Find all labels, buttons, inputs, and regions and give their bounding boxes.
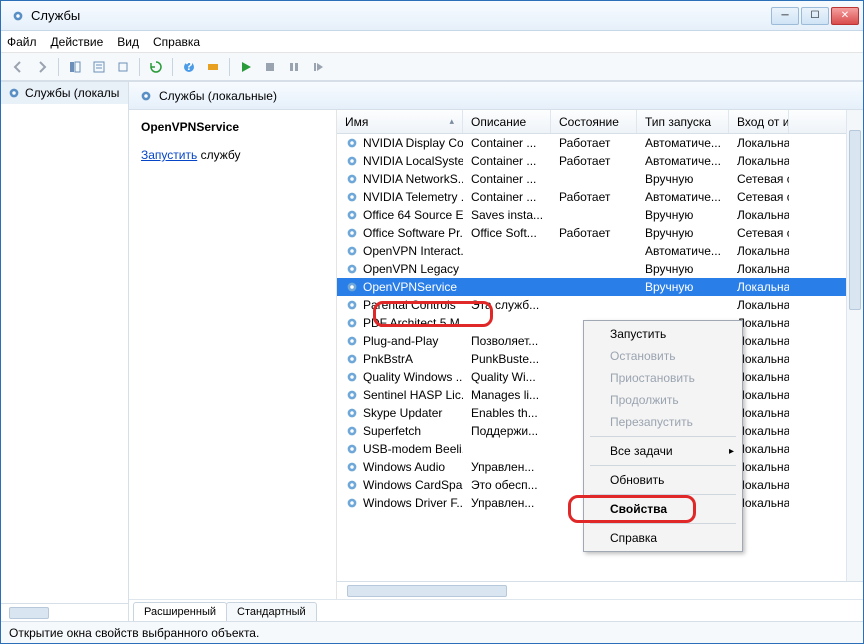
tree-pane: Службы (локалы [1, 82, 129, 621]
service-detail-pane: OpenVPNService Запустить службу [129, 110, 337, 599]
view-tabs: Расширенный Стандартный [129, 599, 863, 621]
menu-help[interactable]: Справка [153, 35, 200, 49]
start-service-link[interactable]: Запустить [141, 148, 197, 162]
close-button[interactable]: ✕ [831, 7, 859, 25]
minimize-button[interactable]: ─ [771, 7, 799, 25]
forward-button[interactable] [31, 56, 53, 78]
service-row[interactable]: OpenVPN Legacy ...ВручнуюЛокальна [337, 260, 863, 278]
statusbar: Открытие окна свойств выбранного объекта… [1, 621, 863, 643]
pause-service-button[interactable] [283, 56, 305, 78]
back-button[interactable] [7, 56, 29, 78]
service-row[interactable]: NVIDIA NetworkS...Container ...ВручнуюСе… [337, 170, 863, 188]
col-status[interactable]: Состояние [551, 110, 637, 133]
list-hscroll[interactable] [337, 581, 863, 599]
window-title: Службы [31, 8, 771, 23]
service-row[interactable]: NVIDIA Display Co...Container ...Работае… [337, 134, 863, 152]
ctx-refresh[interactable]: Обновить [586, 469, 740, 491]
service-row[interactable]: Office 64 Source E...Saves insta...Вручн… [337, 206, 863, 224]
list-vscroll[interactable] [846, 110, 863, 581]
service-row[interactable]: OpenVPNServiceВручнуюЛокальна [337, 278, 863, 296]
start-service-button[interactable] [235, 56, 257, 78]
col-startup[interactable]: Тип запуска [637, 110, 729, 133]
context-menu: Запустить Остановить Приостановить Продо… [583, 320, 743, 552]
col-name[interactable]: Имя [337, 110, 463, 133]
service-row[interactable]: OpenVPN Interact...Автоматиче...Локальна [337, 242, 863, 260]
ctx-stop: Остановить [586, 345, 740, 367]
properties-button[interactable] [88, 56, 110, 78]
menu-file[interactable]: Файл [7, 35, 37, 49]
maximize-button[interactable]: ☐ [801, 7, 829, 25]
titlebar: Службы ─ ☐ ✕ [1, 1, 863, 31]
toolbar: ? [1, 53, 863, 81]
menubar: Файл Действие Вид Справка [1, 31, 863, 53]
details-pane: Службы (локальные) OpenVPNService Запуст… [129, 82, 863, 621]
service-row[interactable]: Parental ControlsЭта служб...Локальна [337, 296, 863, 314]
services-window: Службы ─ ☐ ✕ Файл Действие Вид Справка ? [0, 0, 864, 644]
services-icon [11, 9, 25, 23]
stop-service-button[interactable] [259, 56, 281, 78]
restart-service-button[interactable] [307, 56, 329, 78]
tree-root-label: Службы (локалы [25, 86, 119, 100]
ctx-start[interactable]: Запустить [586, 323, 740, 345]
ctx-restart: Перезапустить [586, 411, 740, 433]
tab-standard[interactable]: Стандартный [226, 602, 317, 621]
ctx-pause: Приостановить [586, 367, 740, 389]
ctx-properties[interactable]: Свойства [586, 498, 740, 520]
list-header: Имя Описание Состояние Тип запуска Вход … [337, 110, 863, 134]
ctx-help[interactable]: Справка [586, 527, 740, 549]
menu-action[interactable]: Действие [51, 35, 104, 49]
start-service-suffix: службу [197, 148, 240, 162]
service-row[interactable]: Office Software Pr...Office Soft...Работ… [337, 224, 863, 242]
action-button[interactable] [202, 56, 224, 78]
ctx-resume: Продолжить [586, 389, 740, 411]
gear-icon [139, 89, 153, 103]
col-logon[interactable]: Вход от и [729, 110, 789, 133]
tab-extended[interactable]: Расширенный [133, 602, 227, 621]
tree-hscroll[interactable] [1, 603, 128, 621]
svg-text:?: ? [185, 60, 192, 73]
col-desc[interactable]: Описание [463, 110, 551, 133]
service-row[interactable]: NVIDIA LocalSyste...Container ...Работае… [337, 152, 863, 170]
tree-root-services[interactable]: Службы (локалы [1, 82, 128, 104]
ctx-all-tasks[interactable]: Все задачи [586, 440, 740, 462]
service-row[interactable]: NVIDIA Telemetry ...Container ...Работае… [337, 188, 863, 206]
help-button[interactable]: ? [178, 56, 200, 78]
export-button[interactable] [112, 56, 134, 78]
show-hide-tree-button[interactable] [64, 56, 86, 78]
pane-title: Службы (локальные) [159, 89, 277, 103]
pane-header: Службы (локальные) [129, 82, 863, 110]
status-text: Открытие окна свойств выбранного объекта… [9, 626, 259, 640]
refresh-button[interactable] [145, 56, 167, 78]
selected-service-name: OpenVPNService [141, 120, 324, 134]
gear-icon [7, 86, 21, 100]
menu-view[interactable]: Вид [117, 35, 139, 49]
